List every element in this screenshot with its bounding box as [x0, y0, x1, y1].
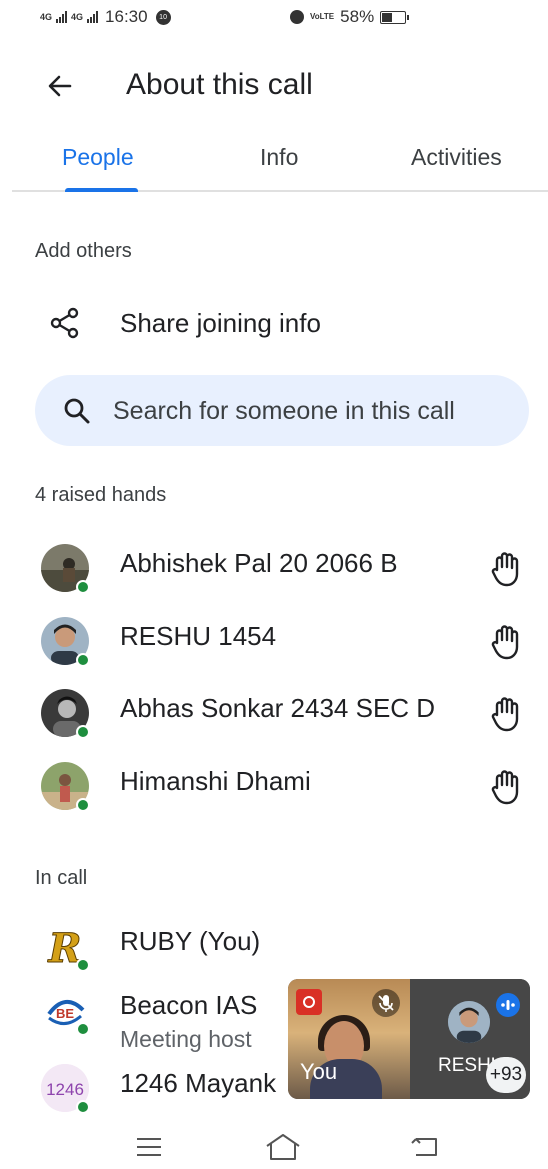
participant-name: Beacon IAS [120, 990, 258, 1020]
participant-video-tile[interactable]: RESHU +93 [410, 979, 530, 1099]
participant-row[interactable]: RESHU 1454 [0, 609, 548, 679]
status-left: 4G 4G 16:30 10 [40, 7, 171, 27]
system-nav-bar [0, 1129, 548, 1169]
participant-role: Meeting host [120, 1026, 252, 1052]
online-status-dot [76, 725, 90, 739]
mic-off-icon [372, 989, 400, 1017]
participant-name: RUBY (You) [120, 926, 261, 956]
avatar-text: BE [56, 1006, 74, 1021]
signal-label-1: 4G [40, 11, 53, 22]
online-status-dot [76, 1022, 90, 1036]
app-bar: About this call [0, 50, 548, 120]
home-icon[interactable] [264, 1133, 302, 1161]
more-participants-count[interactable]: +93 [486, 1057, 526, 1093]
share-joining-info-button[interactable]: Share joining info [0, 298, 548, 354]
section-label-in-call: In call [35, 867, 88, 889]
back-icon[interactable] [410, 1135, 440, 1159]
signal-label-2: 4G [71, 11, 84, 22]
participant-row[interactable]: R RUBY (You) [0, 914, 548, 984]
online-status-dot [76, 1100, 90, 1114]
tab-activities[interactable]: Activities [411, 144, 502, 171]
battery-percent: 58% [340, 7, 375, 26]
participant-name: RESHU 1454 [120, 621, 277, 651]
participant-row[interactable]: Abhas Sonkar 2434 SEC D [0, 681, 548, 751]
signal-bars-icon [87, 11, 99, 23]
arrow-left-icon[interactable] [40, 66, 80, 106]
tab-bar: People Info Activities [12, 132, 548, 192]
page-title: About this call [126, 68, 313, 101]
signal-bars-icon [56, 11, 68, 23]
raised-hand-icon[interactable] [490, 695, 524, 733]
participant-row[interactable]: Himanshi Dhami [0, 754, 548, 824]
status-bar: 4G 4G 16:30 10 VoLTE 58% [0, 0, 548, 36]
menu-icon[interactable] [136, 1135, 162, 1159]
avatar [448, 1001, 490, 1043]
self-video-tile[interactable]: You [288, 979, 410, 1099]
volte-label: VoLTE [310, 12, 335, 21]
recording-icon [296, 989, 322, 1015]
search-icon [61, 395, 93, 427]
section-label-raised-hands: 4 raised hands [35, 484, 167, 506]
notification-badge: 10 [155, 9, 171, 25]
online-status-dot [76, 653, 90, 667]
avatar-text: 1246 [46, 1080, 84, 1099]
search-input[interactable] [113, 389, 513, 433]
participant-name: Himanshi Dhami [120, 766, 311, 796]
raised-hand-icon[interactable] [490, 768, 524, 806]
raised-hand-icon[interactable] [490, 550, 524, 588]
share-icon [48, 306, 82, 340]
active-tab-indicator [65, 188, 138, 192]
picture-in-picture-window[interactable]: You RESHU +93 [288, 979, 530, 1099]
search-box[interactable] [35, 375, 529, 446]
participant-name: 1246 Mayank [120, 1068, 277, 1098]
participant-row[interactable]: Abhishek Pal 20 2066 B [0, 536, 548, 606]
speaking-indicator-icon [496, 993, 520, 1017]
self-video-label: You [300, 1059, 338, 1084]
participant-name: Abhishek Pal 20 2066 B [120, 548, 398, 578]
online-status-dot [76, 580, 90, 594]
online-status-dot [76, 798, 90, 812]
raised-hand-icon[interactable] [490, 623, 524, 661]
online-status-dot [76, 958, 90, 972]
share-joining-info-label: Share joining info [120, 308, 321, 338]
alarm-icon [290, 10, 304, 24]
status-time: 16:30 [105, 7, 148, 26]
tab-info[interactable]: Info [260, 144, 298, 171]
tab-people[interactable]: People [62, 144, 134, 171]
participant-name: Abhas Sonkar 2434 SEC D [120, 693, 436, 723]
section-label-add-others: Add others [35, 240, 132, 262]
battery-icon [380, 10, 410, 24]
status-right: VoLTE 58% [290, 7, 410, 27]
